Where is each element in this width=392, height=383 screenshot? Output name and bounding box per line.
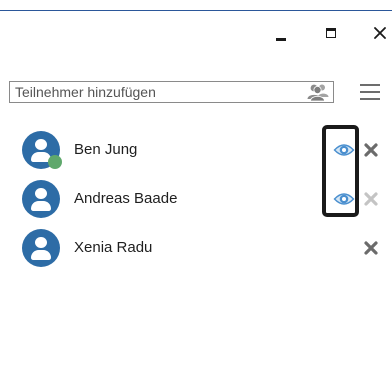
participant-name: Ben Jung bbox=[74, 141, 138, 158]
participant-row[interactable]: Xenia Radu bbox=[0, 225, 392, 271]
people-icon[interactable] bbox=[307, 83, 329, 101]
close-icon bbox=[374, 27, 386, 39]
maximize-icon bbox=[326, 28, 336, 38]
add-participant-input[interactable] bbox=[10, 82, 305, 102]
maximize-button[interactable] bbox=[316, 19, 346, 47]
top-divider bbox=[0, 10, 392, 11]
participant-row[interactable]: Andreas Baade bbox=[0, 176, 392, 222]
eye-icon[interactable] bbox=[333, 191, 355, 207]
menu-bar-top bbox=[360, 84, 380, 86]
participants-panel: Ben Jung Andreas Baade Xenia Radu bbox=[0, 0, 392, 383]
remove-participant-icon bbox=[364, 192, 378, 206]
close-button[interactable] bbox=[365, 19, 392, 47]
participant-name: Xenia Radu bbox=[74, 239, 153, 256]
hamburger-menu-icon[interactable] bbox=[360, 82, 382, 102]
menu-bar-bottom bbox=[360, 98, 380, 100]
avatar-icon bbox=[22, 180, 60, 218]
participant-name: Andreas Baade bbox=[74, 190, 178, 207]
remove-participant-icon[interactable] bbox=[364, 143, 378, 157]
add-participant-field bbox=[9, 81, 334, 103]
minimize-icon bbox=[276, 37, 286, 41]
minimize-button[interactable] bbox=[266, 19, 296, 47]
participant-row[interactable]: Ben Jung bbox=[0, 127, 392, 173]
avatar-icon bbox=[22, 229, 60, 267]
online-status-icon bbox=[48, 155, 62, 169]
menu-bar-middle bbox=[360, 91, 380, 93]
eye-icon[interactable] bbox=[333, 142, 355, 158]
remove-participant-icon[interactable] bbox=[364, 241, 378, 255]
